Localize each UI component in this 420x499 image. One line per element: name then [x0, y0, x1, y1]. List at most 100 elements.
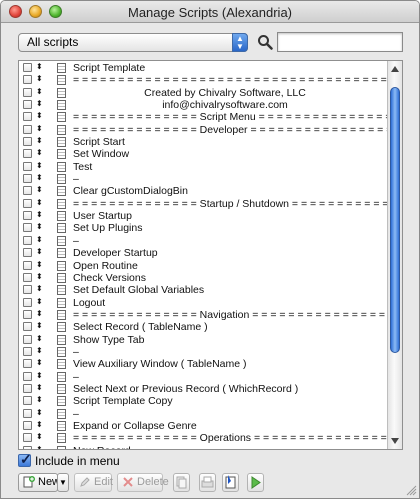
reorder-handle-icon[interactable]: ⬍ [36, 419, 43, 431]
script-menu-checkbox[interactable] [23, 383, 32, 393]
script-menu-checkbox[interactable] [23, 174, 32, 184]
script-row[interactable]: ⬍ Logout [19, 297, 389, 309]
script-row[interactable]: ⬍ info@chivalrysoftware.com [19, 99, 389, 111]
script-menu-checkbox[interactable] [23, 112, 32, 122]
reorder-handle-icon[interactable]: ⬍ [36, 98, 43, 110]
script-row[interactable]: ⬍ Set Default Global Variables [19, 284, 389, 296]
reorder-handle-icon[interactable]: ⬍ [36, 394, 43, 406]
script-menu-checkbox[interactable] [23, 334, 32, 344]
reorder-handle-icon[interactable]: ⬍ [36, 147, 43, 159]
script-row[interactable]: ⬍ Created by Chivalry Software, LLC [19, 87, 389, 99]
script-row[interactable]: ⬍ – [19, 408, 389, 420]
new-dropdown-button[interactable]: ▼ [57, 473, 69, 492]
reorder-handle-icon[interactable]: ⬍ [36, 320, 43, 332]
script-row[interactable]: ⬍ Select Record ( TableName ) [19, 321, 389, 333]
script-menu-checkbox[interactable] [23, 87, 32, 97]
script-menu-checkbox[interactable] [23, 100, 32, 110]
script-menu-checkbox[interactable] [23, 137, 32, 147]
script-list[interactable]: ⬍ Script Template ⬍ = = = = = = = = = = = =… [18, 60, 403, 450]
script-row[interactable]: ⬍ View Auxiliary Window ( TableName ) [19, 358, 389, 370]
reorder-handle-icon[interactable]: ⬍ [36, 259, 43, 271]
vertical-scrollbar[interactable] [387, 61, 402, 449]
reorder-handle-icon[interactable]: ⬍ [36, 209, 43, 221]
script-row[interactable]: ⬍ = = = = = = = = = = = = = = Operations … [19, 431, 402, 444]
script-menu-checkbox[interactable] [23, 235, 32, 245]
reorder-handle-icon[interactable]: ⬍ [36, 246, 43, 258]
scroll-up-arrow-icon[interactable] [391, 66, 399, 72]
import-script-button[interactable] [222, 473, 239, 492]
script-row[interactable]: ⬍ New Record [19, 444, 389, 449]
script-menu-checkbox[interactable] [23, 285, 32, 295]
edit-script-button[interactable]: Edit [74, 473, 113, 492]
title-bar[interactable]: Manage Scripts (Alexandria) [1, 1, 419, 23]
script-menu-checkbox[interactable] [23, 359, 32, 369]
script-menu-checkbox[interactable] [23, 420, 32, 430]
script-menu-checkbox[interactable] [23, 186, 32, 196]
script-menu-checkbox[interactable] [23, 371, 32, 381]
reorder-handle-icon[interactable]: ⬍ [36, 333, 43, 345]
script-menu-checkbox[interactable] [23, 297, 32, 307]
script-row[interactable]: ⬍ = = = = = = = = = = = = = = = = = = = =… [19, 73, 402, 86]
script-menu-checkbox[interactable] [23, 211, 32, 221]
script-row[interactable]: ⬍ Select Next or Previous Record ( WhichR… [19, 383, 389, 395]
reorder-handle-icon[interactable]: ⬍ [36, 296, 43, 308]
reorder-handle-icon[interactable]: ⬍ [36, 370, 43, 382]
script-row[interactable]: ⬍ Script Template Copy [19, 395, 389, 407]
reorder-handle-icon[interactable]: ⬍ [36, 283, 43, 295]
reorder-handle-icon[interactable]: ⬍ [36, 61, 43, 73]
script-row[interactable]: ⬍ Clear gCustomDialogBin [19, 185, 389, 197]
reorder-handle-icon[interactable]: ⬍ [36, 431, 43, 443]
script-filter-popup[interactable]: All scripts ▲ ▼ [18, 33, 248, 52]
script-row[interactable]: ⬍ Open Routine [19, 260, 389, 272]
reorder-handle-icon[interactable]: ⬍ [36, 407, 43, 419]
script-menu-checkbox[interactable] [23, 63, 32, 72]
duplicate-script-button[interactable] [173, 473, 190, 492]
script-menu-checkbox[interactable] [23, 322, 32, 332]
script-menu-checkbox[interactable] [23, 260, 32, 270]
scroll-down-arrow-icon[interactable] [391, 438, 399, 444]
script-menu-checkbox[interactable] [23, 396, 32, 406]
include-in-menu-box[interactable]: ✓ [18, 452, 32, 467]
reorder-handle-icon[interactable]: ⬍ [36, 135, 43, 147]
reorder-handle-icon[interactable]: ⬍ [36, 172, 43, 184]
script-menu-checkbox[interactable] [23, 309, 32, 319]
new-script-button[interactable]: New [18, 473, 60, 492]
script-menu-checkbox[interactable] [23, 75, 32, 85]
script-menu-checkbox[interactable] [23, 198, 32, 208]
script-menu-checkbox[interactable] [23, 124, 32, 134]
script-row[interactable]: ⬍ User Startup [19, 210, 389, 222]
run-script-button[interactable] [247, 473, 264, 492]
script-row[interactable]: ⬍ Check Versions [19, 272, 389, 284]
script-menu-checkbox[interactable] [23, 433, 32, 443]
print-script-button[interactable] [199, 473, 216, 492]
script-row[interactable]: ⬍ – [19, 173, 389, 185]
script-row[interactable]: ⬍ Expand or Collapse Genre [19, 420, 389, 432]
script-row[interactable]: ⬍ Developer Startup [19, 247, 389, 259]
reorder-handle-icon[interactable]: ⬍ [36, 444, 43, 449]
script-row[interactable]: ⬍ – [19, 235, 389, 247]
reorder-handle-icon[interactable]: ⬍ [36, 271, 43, 283]
script-row[interactable]: ⬍ Show Type Tab [19, 334, 389, 346]
reorder-handle-icon[interactable]: ⬍ [36, 308, 43, 320]
reorder-handle-icon[interactable]: ⬍ [36, 110, 43, 122]
reorder-handle-icon[interactable]: ⬍ [36, 73, 43, 85]
delete-script-button[interactable]: Delete [117, 473, 169, 492]
script-menu-checkbox[interactable] [23, 161, 32, 171]
reorder-handle-icon[interactable]: ⬍ [36, 357, 43, 369]
reorder-handle-icon[interactable]: ⬍ [36, 382, 43, 394]
script-row[interactable]: ⬍ Set Up Plugins [19, 222, 389, 234]
resize-grip-icon[interactable] [406, 485, 417, 496]
script-menu-checkbox[interactable] [23, 149, 32, 159]
reorder-handle-icon[interactable]: ⬍ [36, 221, 43, 233]
script-menu-checkbox[interactable] [23, 272, 32, 282]
script-menu-checkbox[interactable] [23, 346, 32, 356]
script-row[interactable]: ⬍ = = = = = = = = = = = = = = Developer =… [19, 123, 402, 136]
script-row[interactable]: ⬍ = = = = = = = = = = = = = = Startup / S… [19, 197, 402, 210]
reorder-handle-icon[interactable]: ⬍ [36, 123, 43, 135]
script-row[interactable]: ⬍ Test [19, 161, 389, 173]
reorder-handle-icon[interactable]: ⬍ [36, 197, 43, 209]
script-row[interactable]: ⬍ = = = = = = = = = = = = = = Navigation … [19, 308, 402, 321]
script-row[interactable]: ⬍ – [19, 346, 389, 358]
scrollbar-thumb[interactable] [390, 87, 400, 353]
script-menu-checkbox[interactable] [23, 223, 32, 233]
